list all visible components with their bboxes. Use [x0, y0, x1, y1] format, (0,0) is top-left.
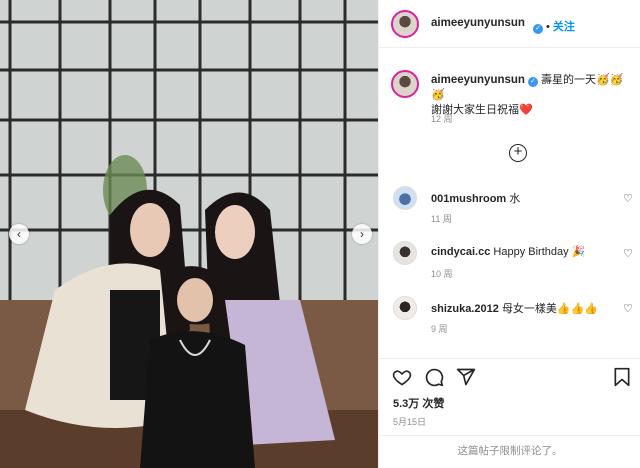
- follow-group: ✓ • 关注: [530, 17, 575, 35]
- commenter-avatar[interactable]: [393, 296, 417, 320]
- load-more-comments-button[interactable]: +: [509, 144, 527, 162]
- comment-item: 001mushroom 水 11 周 ♡: [379, 186, 640, 236]
- author-username[interactable]: aimeeyunyunsun: [431, 17, 525, 29]
- post-header: aimeeyunyunsun ✓ • 关注: [379, 0, 640, 48]
- separator-dot: •: [546, 21, 550, 33]
- post-photo[interactable]: ‹ ›: [0, 0, 378, 468]
- next-photo-button[interactable]: ›: [352, 224, 372, 244]
- commenter-username[interactable]: cindycai.cc: [431, 246, 490, 258]
- heart-icon[interactable]: [392, 367, 412, 387]
- post-date[interactable]: 5月15日: [393, 415, 426, 428]
- like-comment-heart-icon[interactable]: ♡: [623, 247, 633, 260]
- comment-body: shizuka.2012 母女一樣美👍👍👍: [431, 300, 598, 316]
- previous-photo-button[interactable]: ‹: [9, 224, 29, 244]
- post-sidebar: aimeeyunyunsun ✓ • 关注 aimeeyunyunsun ✓ 壽星的一…: [378, 0, 640, 468]
- comment-item: cindycai.cc Happy Birthday 🎉 10 周 ♡: [379, 241, 640, 291]
- verified-badge-icon: ✓: [533, 24, 543, 34]
- author-avatar[interactable]: [391, 10, 419, 38]
- like-comment-heart-icon[interactable]: ♡: [623, 302, 633, 315]
- caption-verified-badge-icon: ✓: [527, 77, 538, 87]
- comment-text: 水: [509, 193, 521, 205]
- plus-circle-icon: +: [513, 143, 523, 160]
- comment-body: 001mushroom 水: [431, 190, 520, 206]
- caption-text: aimeeyunyunsun ✓ 壽星的一天🥳🥳🥳 謝謝大家生日祝福❤️: [431, 73, 631, 118]
- caption-author-avatar[interactable]: [391, 70, 419, 98]
- caption-timestamp[interactable]: 12 周: [431, 112, 453, 125]
- comment-item: shizuka.2012 母女一樣美👍👍👍 9 周 ♡: [379, 296, 640, 346]
- follow-button[interactable]: 关注: [553, 21, 575, 33]
- caption-author-username[interactable]: aimeeyunyunsun: [431, 74, 525, 86]
- share-icon[interactable]: [456, 367, 476, 387]
- comment-timestamp[interactable]: 11 周: [431, 212, 452, 225]
- comment-timestamp[interactable]: 9 周: [431, 322, 448, 335]
- photo-illustration: [0, 0, 378, 468]
- comment-timestamp[interactable]: 10 周: [431, 267, 453, 280]
- like-comment-heart-icon[interactable]: ♡: [623, 192, 633, 205]
- chevron-left-icon: ‹: [17, 227, 21, 241]
- chevron-right-icon: ›: [360, 227, 364, 241]
- commenter-username[interactable]: 001mushroom: [431, 193, 506, 205]
- commenter-avatar[interactable]: [393, 241, 417, 265]
- commenter-avatar[interactable]: [393, 186, 417, 210]
- comment-body: cindycai.cc Happy Birthday 🎉: [431, 245, 585, 258]
- commenter-username[interactable]: shizuka.2012: [431, 303, 499, 315]
- likes-count[interactable]: 5.3万 次赞: [393, 395, 444, 411]
- comment-text: 母女一樣美👍👍👍: [501, 303, 599, 315]
- comment-icon[interactable]: [424, 367, 444, 387]
- comment-text: Happy Birthday 🎉: [493, 246, 586, 258]
- post-actions: 5.3万 次赞 5月15日 这篇帖子限制评论了。: [379, 358, 640, 468]
- comments-restricted-notice: 这篇帖子限制评论了。: [379, 435, 640, 468]
- bookmark-icon[interactable]: [613, 367, 631, 387]
